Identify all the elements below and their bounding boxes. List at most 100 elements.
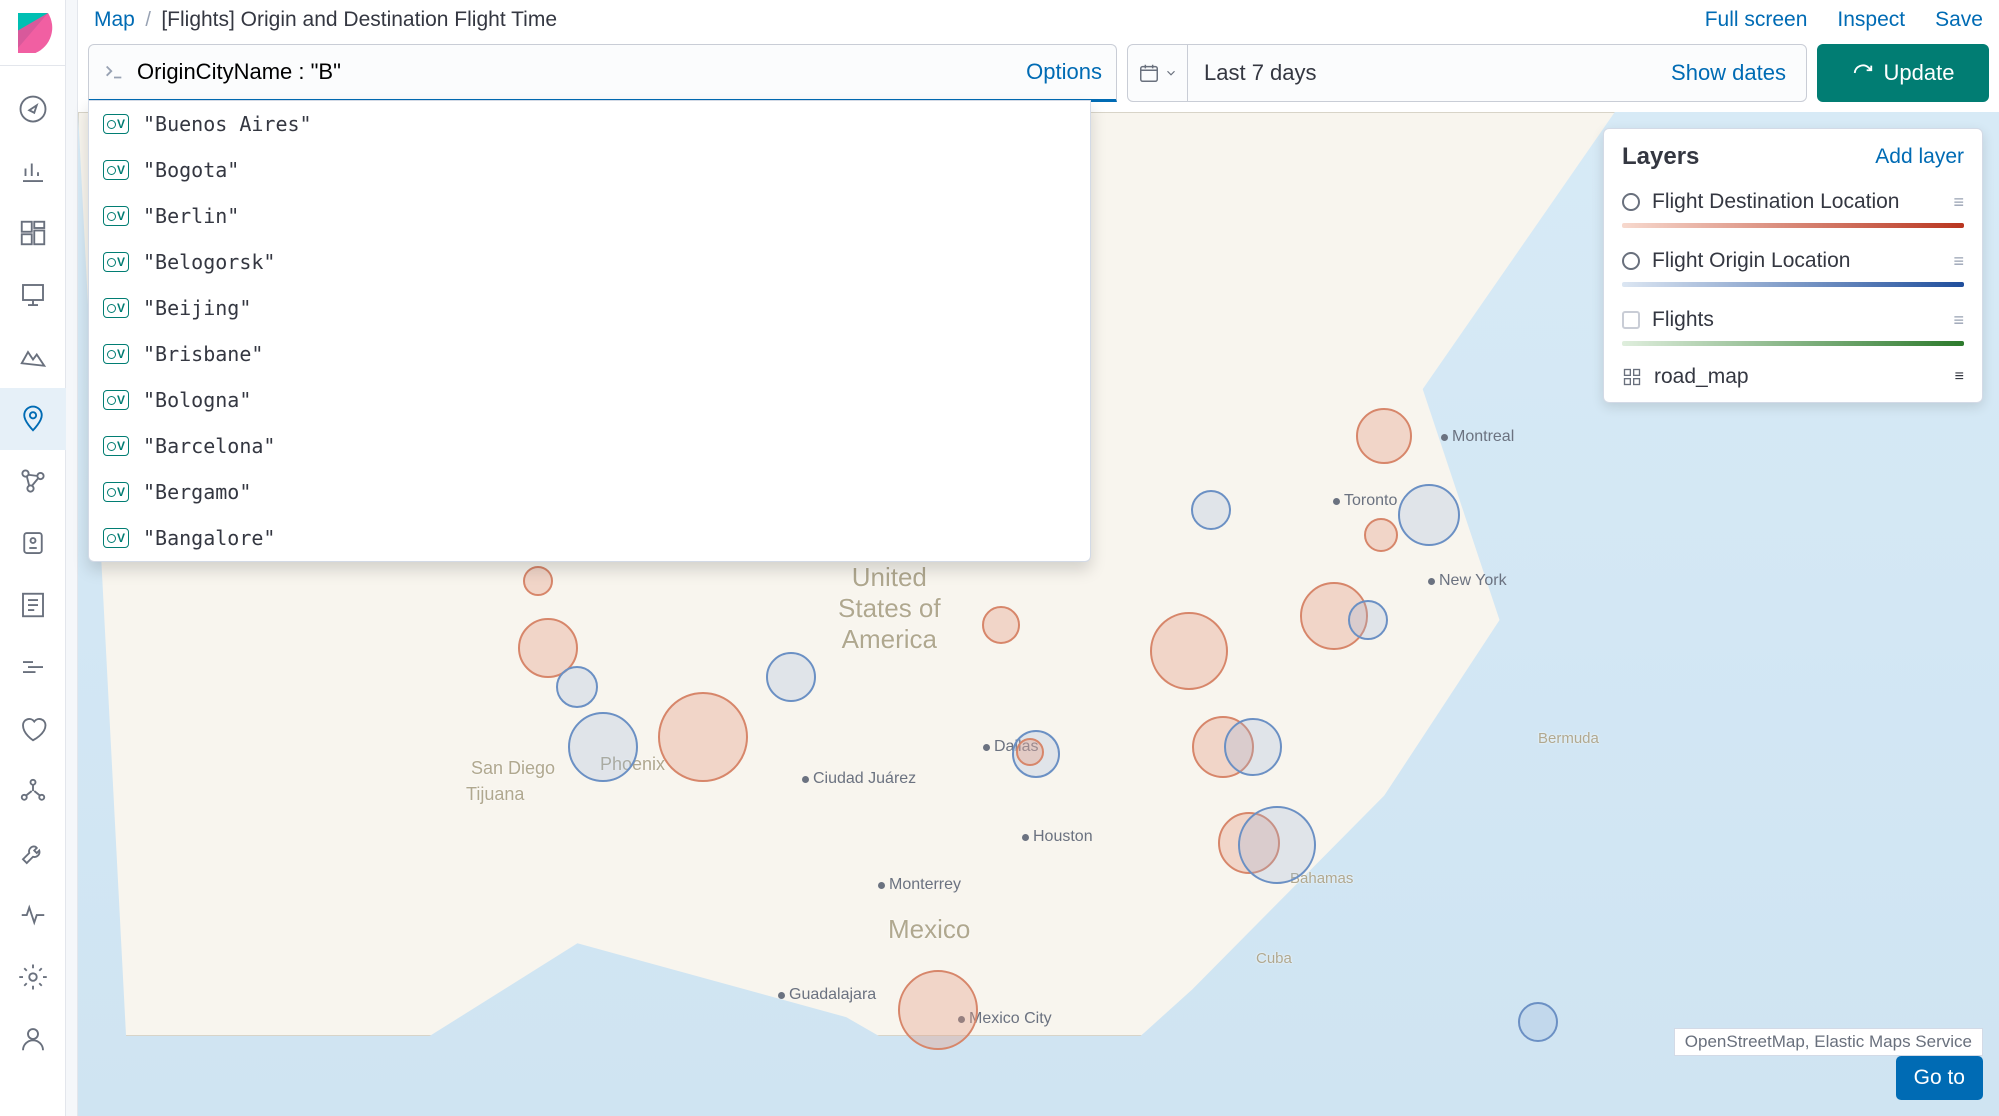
dest-cluster[interactable] [898, 970, 978, 1050]
drag-handle-icon[interactable]: ≡ [1953, 192, 1964, 213]
autocomplete-text: "Bergamo" [143, 480, 251, 504]
label-usa: UnitedStates ofAmerica [838, 562, 941, 655]
orig-cluster[interactable] [556, 666, 598, 708]
nav-apm[interactable] [0, 636, 66, 698]
nav-siem[interactable] [0, 760, 66, 822]
nav-graph[interactable] [0, 450, 66, 512]
breadcrumb-root[interactable]: Map [94, 8, 135, 31]
nav-ml[interactable] [0, 512, 66, 574]
layer-name: Flight Destination Location [1652, 190, 1899, 214]
heart-icon [18, 714, 48, 744]
value-icon: V [103, 528, 129, 548]
dest-cluster[interactable] [1356, 408, 1412, 464]
top-actions: Full screen Inspect Save [1705, 8, 1983, 32]
apm-icon [18, 652, 48, 682]
nav-management[interactable] [0, 946, 66, 1008]
autocomplete-text: "Belogorsk" [143, 250, 275, 274]
dest-cluster[interactable] [1016, 738, 1044, 766]
layer-visibility-checkbox[interactable] [1622, 311, 1640, 329]
dest-cluster[interactable] [658, 692, 748, 782]
calendar-icon[interactable] [1128, 45, 1188, 101]
autocomplete-item[interactable]: V"Bologna" [89, 377, 1090, 423]
nav-monitoring[interactable] [0, 884, 66, 946]
drag-handle-icon[interactable]: ≡ [1953, 310, 1964, 331]
layer-visibility-radio[interactable] [1622, 193, 1640, 211]
city-juarez: Ciudad Juárez [802, 770, 916, 788]
logs-icon [18, 590, 48, 620]
orig-cluster[interactable] [1518, 1002, 1558, 1042]
nav-timelion[interactable] [0, 326, 66, 388]
autocomplete-item[interactable]: V"Belogorsk" [89, 239, 1090, 285]
drag-handle-icon[interactable]: ≡ [1953, 251, 1964, 272]
dashboard-icon [18, 218, 48, 248]
nav-discover[interactable] [0, 78, 66, 140]
nav-devtools[interactable] [0, 822, 66, 884]
nav-maps[interactable] [0, 388, 66, 450]
save-button[interactable]: Save [1935, 8, 1983, 32]
city-tijuana: Tijuana [466, 784, 524, 805]
layers-panel: Layers Add layer Flight Destination Loca… [1603, 128, 1983, 403]
autocomplete-dropdown: V"Buenos Aires" V"Bogota" V"Berlin" V"Be… [88, 100, 1091, 562]
map-attribution: OpenStreetMap, Elastic Maps Service [1674, 1028, 1983, 1056]
dest-cluster[interactable] [1364, 518, 1398, 552]
add-layer-button[interactable]: Add layer [1875, 145, 1964, 169]
primary-sidebar [0, 0, 66, 1116]
orig-cluster[interactable] [568, 712, 638, 782]
full-screen-button[interactable]: Full screen [1705, 8, 1808, 32]
date-value: Last 7 days [1188, 60, 1671, 86]
autocomplete-item[interactable]: V"Barcelona" [89, 423, 1090, 469]
nav-infra[interactable] [0, 574, 66, 636]
autocomplete-text: "Barcelona" [143, 434, 275, 458]
orig-cluster[interactable] [1398, 484, 1460, 546]
autocomplete-item[interactable]: V"Berlin" [89, 193, 1090, 239]
timelion-icon [18, 342, 48, 372]
update-button[interactable]: Update [1817, 44, 1989, 102]
label-cuba: Cuba [1256, 950, 1292, 967]
autocomplete-text: "Bologna" [143, 388, 251, 412]
nav-visualize[interactable] [0, 140, 66, 202]
value-icon: V [103, 114, 129, 134]
city-newyork: New York [1428, 572, 1507, 590]
nav-uptime[interactable] [0, 698, 66, 760]
basemap-row[interactable]: road_map ≡ [1622, 360, 1964, 394]
dest-cluster[interactable] [1150, 612, 1228, 690]
layer-row[interactable]: Flights ≡ [1622, 301, 1964, 339]
value-icon: V [103, 160, 129, 180]
date-box[interactable]: Last 7 days Show dates [1127, 44, 1807, 102]
city-montreal: Montreal [1441, 428, 1514, 446]
autocomplete-item[interactable]: V"Beijing" [89, 285, 1090, 331]
orig-cluster[interactable] [1348, 600, 1388, 640]
layer-visibility-radio[interactable] [1622, 252, 1640, 270]
autocomplete-text: "Bangalore" [143, 526, 275, 550]
orig-cluster[interactable] [766, 652, 816, 702]
nav-dashboard[interactable] [0, 202, 66, 264]
query-box[interactable]: Options [88, 44, 1117, 102]
collapse-handle[interactable] [66, 0, 78, 1116]
layer-row[interactable]: Flight Destination Location ≡ [1622, 183, 1964, 221]
logo[interactable] [0, 0, 65, 66]
query-options[interactable]: Options [1026, 59, 1102, 85]
nav-canvas[interactable] [0, 264, 66, 326]
show-dates-button[interactable]: Show dates [1671, 60, 1806, 86]
autocomplete-item[interactable]: V"Buenos Aires" [89, 101, 1090, 147]
autocomplete-item[interactable]: V"Brisbane" [89, 331, 1090, 377]
nav-user[interactable] [0, 1008, 66, 1070]
query-input[interactable] [137, 59, 1026, 85]
autocomplete-text: "Beijing" [143, 296, 251, 320]
drag-handle-icon[interactable]: ≡ [1955, 368, 1964, 386]
orig-cluster[interactable] [1191, 490, 1231, 530]
label-bermuda: Bermuda [1538, 730, 1599, 747]
orig-cluster[interactable] [1224, 718, 1282, 776]
autocomplete-item[interactable]: V"Bogota" [89, 147, 1090, 193]
orig-cluster[interactable] [1238, 806, 1316, 884]
dest-cluster[interactable] [523, 566, 553, 596]
autocomplete-item[interactable]: V "Bangalore" [89, 515, 1090, 561]
layer-row[interactable]: Flight Origin Location ≡ [1622, 242, 1964, 280]
go-to-button[interactable]: Go to [1896, 1056, 1983, 1100]
heartbeat-icon [18, 900, 48, 930]
dest-cluster[interactable] [982, 606, 1020, 644]
inspect-button[interactable]: Inspect [1837, 8, 1905, 32]
autocomplete-item[interactable]: V"Bergamo" [89, 469, 1090, 515]
gear-icon [18, 962, 48, 992]
topbar: Map / [Flights] Origin and Destination F… [78, 0, 1999, 40]
